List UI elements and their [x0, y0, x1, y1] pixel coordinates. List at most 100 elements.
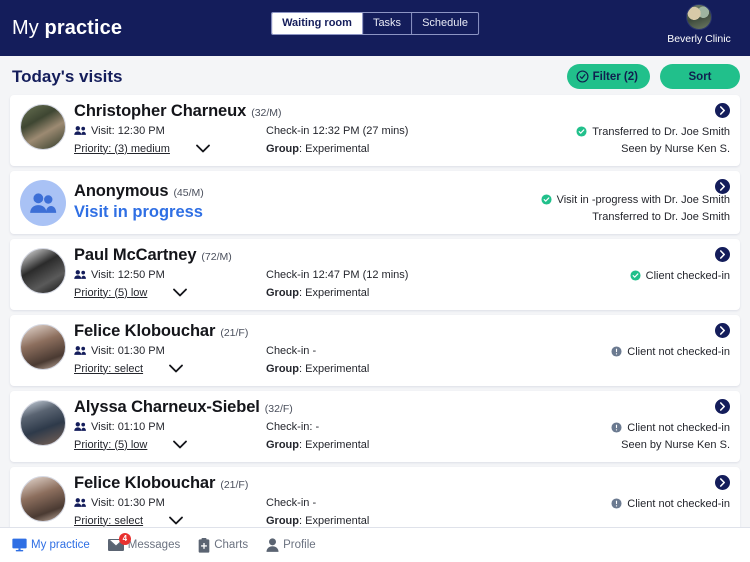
brand-light: My — [12, 16, 45, 39]
status-primary: Client not checked-in — [627, 421, 730, 434]
visit-detail-grid: Visit: 12:30 PM Priority: (3) medium Che… — [74, 122, 730, 158]
patient-age-sex: (32/M) — [251, 107, 282, 119]
priority-row[interactable]: Priority: select — [74, 511, 266, 527]
chevron-down-icon[interactable] — [196, 144, 210, 153]
group-field: Group: Experimental — [266, 439, 369, 451]
visit-time-row: Visit: 01:10 PM — [74, 418, 266, 435]
nav-item-my-practice[interactable]: My practice — [12, 538, 90, 552]
visit-time: Visit: 12:50 PM — [91, 268, 165, 281]
filter-button[interactable]: Filter (2) — [566, 64, 650, 89]
status-primary-row: Client checked-in — [545, 267, 730, 284]
visit-time: Visit: 01:30 PM — [91, 344, 165, 357]
checkin-time: Check-in 12:32 PM (27 mins) — [266, 124, 409, 137]
nav-item-charts[interactable]: Charts — [198, 537, 248, 553]
nav-item-profile[interactable]: Profile — [266, 538, 316, 552]
visit-card[interactable]: Paul McCartney (72/M) Visit: 12:50 PM Pr… — [10, 239, 740, 310]
check-circle-icon — [576, 70, 589, 83]
people-icon — [74, 125, 87, 136]
patient-age-sex: (21/F) — [220, 327, 249, 339]
tab-schedule[interactable]: Schedule — [412, 13, 478, 34]
group-field: Group: Experimental — [266, 143, 369, 155]
checkin-time: Check-in: - — [266, 420, 320, 433]
clipboard-icon — [198, 537, 210, 553]
open-visit-button[interactable] — [715, 247, 730, 262]
priority-value[interactable]: Priority: (5) low — [74, 287, 147, 299]
filter-button-label: Filter (2) — [592, 70, 638, 83]
open-visit-button[interactable] — [715, 323, 730, 338]
clinic-name: Beverly Clinic — [667, 33, 731, 45]
checkin-row: Check-in 12:32 PM (27 mins) — [266, 122, 545, 139]
priority-value[interactable]: Priority: (3) medium — [74, 143, 170, 155]
status-primary-row: Client not checked-in — [545, 495, 730, 512]
priority-row[interactable]: Priority: (3) medium — [74, 139, 266, 158]
status-secondary-row: Seen by Nurse Ken S. — [545, 436, 730, 453]
patient-avatar — [20, 476, 66, 522]
visit-col-mid: Check-in: - Group: Experimental — [266, 418, 545, 454]
group-row: Group: Experimental — [266, 139, 545, 158]
visit-col-right: Transferred to Dr. Joe Smith Seen by Nur… — [545, 122, 730, 157]
status-secondary-row: Seen by Nurse Ken S. — [545, 140, 730, 157]
visit-card[interactable]: Christopher Charneux (32/M) Visit: 12:30… — [10, 95, 740, 166]
visit-col-left: Visit: 12:30 PM Priority: (3) medium — [74, 122, 266, 158]
clinic-account[interactable]: Beverly Clinic — [656, 4, 742, 45]
status-secondary-row — [545, 284, 730, 301]
priority-value[interactable]: Priority: select — [74, 363, 143, 375]
status-primary: Client not checked-in — [627, 497, 730, 510]
visit-card[interactable]: Felice Klobouchar (21/F) Visit: 01:30 PM — [10, 315, 740, 386]
priority-value[interactable]: Priority: select — [74, 515, 143, 527]
checkin-row: Check-in 12:47 PM (12 mins) — [266, 266, 545, 283]
group-row: Group: Experimental — [266, 511, 545, 527]
open-visit-button[interactable] — [715, 179, 730, 194]
sort-button[interactable]: Sort — [660, 64, 740, 89]
messages-badge: 4 — [118, 533, 131, 545]
nav-label-messages: Messages — [127, 539, 181, 551]
visit-time: Visit: 01:30 PM — [91, 496, 165, 509]
people-icon — [74, 421, 87, 432]
priority-value[interactable]: Priority: (5) low — [74, 439, 147, 451]
patient-name-line: Felice Klobouchar (21/F) — [74, 474, 730, 493]
visit-col-mid: Check-in - Group: Experimental — [266, 342, 545, 378]
status-primary: Transferred to Dr. Joe Smith — [592, 125, 730, 138]
app-brand: My practice — [0, 17, 122, 40]
group-label: Group — [266, 514, 299, 527]
clinic-photo-avatar[interactable] — [686, 4, 712, 30]
status-secondary: Transferred to Dr. Joe Smith — [592, 210, 730, 223]
visit-col-right: Client checked-in — [545, 266, 730, 301]
status-primary: Visit in -progress with Dr. Joe Smith — [556, 193, 730, 206]
group-label: Group — [266, 142, 299, 155]
bottom-navigation: My practice 4 Messages Charts Profile — [0, 527, 750, 562]
visit-card[interactable]: Alyssa Charneux-Siebel (32/F) Visit: 01:… — [10, 391, 740, 462]
status-primary-row: Visit in -progress with Dr. Joe Smith — [541, 191, 730, 208]
visit-col-mid: Check-in - Group: Experimental — [266, 494, 545, 527]
patient-name-line: Christopher Charneux (32/M) — [74, 102, 730, 121]
group-label: Group — [266, 438, 299, 451]
priority-row[interactable]: Priority: (5) low — [74, 435, 266, 454]
open-visit-button[interactable] — [715, 103, 730, 118]
chevron-down-icon[interactable] — [169, 364, 183, 373]
open-visit-button[interactable] — [715, 475, 730, 490]
patient-avatar — [20, 180, 66, 226]
group-label: Group — [266, 362, 299, 375]
visit-col-right: Client not checked-in — [545, 494, 730, 527]
main-content: Today's visits Filter (2) Sort Christoph… — [0, 56, 750, 527]
visit-col-mid: Check-in 12:47 PM (12 mins) Group: Exper… — [266, 266, 545, 302]
priority-row[interactable]: Priority: (5) low — [74, 283, 266, 302]
priority-row[interactable]: Priority: select — [74, 359, 266, 378]
visit-card[interactable]: Anonymous (45/M) Visit in progress Visit… — [10, 171, 740, 234]
checkin-row: Check-in - — [266, 342, 545, 359]
visit-col-left: Visit: 01:30 PM Priority: select — [74, 494, 266, 527]
group-field: Group: Experimental — [266, 363, 369, 375]
chevron-down-icon[interactable] — [173, 440, 188, 449]
chevron-down-icon[interactable] — [173, 288, 188, 297]
nav-item-messages[interactable]: 4 Messages — [107, 533, 181, 551]
tab-tasks[interactable]: Tasks — [363, 13, 413, 35]
open-visit-button[interactable] — [715, 399, 730, 414]
visit-detail-grid: Visit: 01:30 PM Priority: select Check-i… — [74, 494, 730, 527]
group-field: Group: Experimental — [266, 287, 369, 299]
chevron-right-icon — [720, 250, 725, 259]
chevron-right-icon — [720, 106, 725, 115]
chevron-down-icon[interactable] — [169, 516, 183, 525]
tab-waiting-room[interactable]: Waiting room — [272, 13, 363, 35]
visit-card[interactable]: Felice Klobouchar (21/F) Visit: 01:30 PM — [10, 467, 740, 527]
visit-time: Visit: 12:30 PM — [91, 124, 165, 137]
